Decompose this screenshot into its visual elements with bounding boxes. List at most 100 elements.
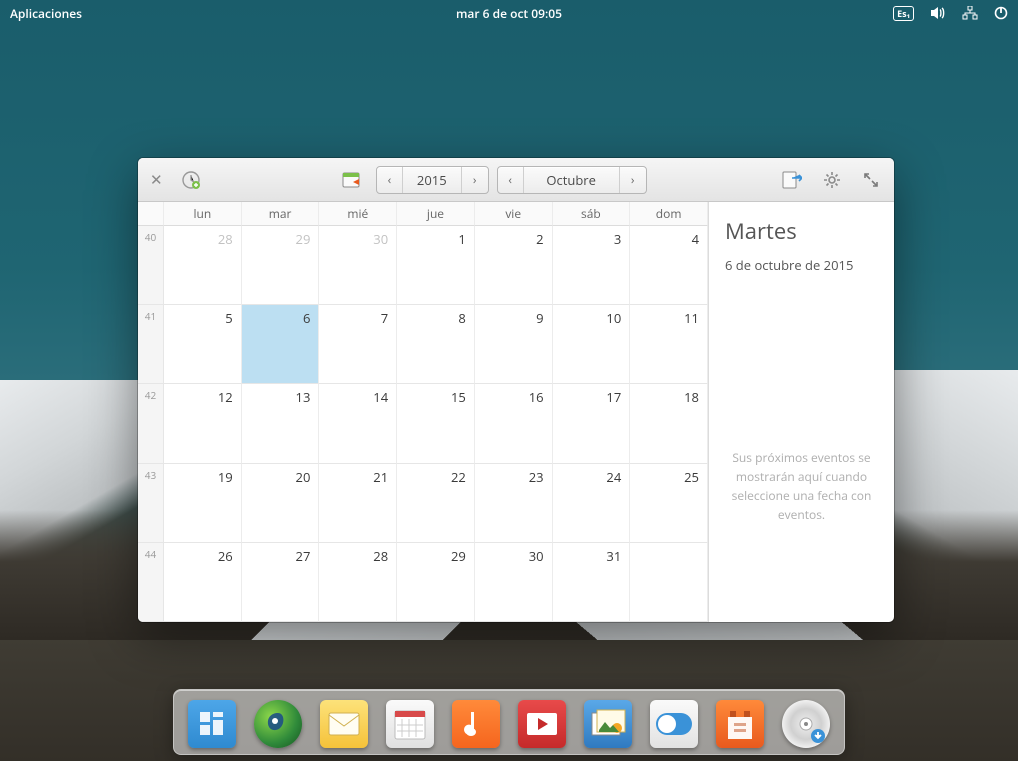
calendar-day-number: 18 xyxy=(684,388,699,406)
applications-menu[interactable]: Aplicaciones xyxy=(10,5,82,22)
sidebar-full-date: 6 de octubre de 2015 xyxy=(725,256,878,274)
calendar-day-number: 12 xyxy=(218,388,233,406)
calendar-day-number: 25 xyxy=(684,468,699,486)
calendar-cell[interactable]: 26 xyxy=(164,543,242,622)
calendar-cell[interactable]: 10 xyxy=(553,305,631,384)
dock-software-center-icon[interactable] xyxy=(716,700,764,748)
maximize-icon[interactable] xyxy=(856,166,886,194)
calendar-cell[interactable]: 1 xyxy=(397,226,475,305)
calendar-cell[interactable]: 28 xyxy=(164,226,242,305)
event-sidebar: Martes 6 de octubre de 2015 Sus próximos… xyxy=(708,202,894,622)
calendar-day-number: 14 xyxy=(373,388,388,406)
dock-disc-icon[interactable] xyxy=(782,700,830,748)
dock-music-icon[interactable] xyxy=(452,700,500,748)
calendar-day-number: 13 xyxy=(296,388,311,406)
calendar-cell[interactable]: 7 xyxy=(319,305,397,384)
calendar-cell[interactable]: 9 xyxy=(475,305,553,384)
calendar-cell[interactable]: 28 xyxy=(319,543,397,622)
network-icon[interactable] xyxy=(962,6,978,20)
calendar-cell[interactable]: 11 xyxy=(630,305,708,384)
dock-browser-icon[interactable] xyxy=(254,700,302,748)
dock-mail-icon[interactable] xyxy=(320,700,368,748)
dock-photos-icon[interactable] xyxy=(584,700,632,748)
calendar-day-number: 20 xyxy=(296,468,311,486)
calendar-cell[interactable]: 21 xyxy=(319,464,397,543)
calendar-cell[interactable]: 15 xyxy=(397,384,475,463)
export-button[interactable] xyxy=(776,166,808,194)
calendar-cell[interactable]: 30 xyxy=(319,226,397,305)
desktop: Aplicaciones mar 6 de oct 09:05 Es₁ ✕ xyxy=(0,0,1018,761)
calendar-day-number: 26 xyxy=(218,547,233,565)
sidebar-empty-message: Sus próximos eventos se mostrarán aquí c… xyxy=(725,448,878,525)
calendar-cell[interactable]: 20 xyxy=(242,464,320,543)
calendar-cell[interactable]: 3 xyxy=(553,226,631,305)
calendar-day-number: 27 xyxy=(296,547,311,565)
calendar-cell[interactable]: 8 xyxy=(397,305,475,384)
calendar-day-number: 17 xyxy=(606,388,621,406)
calendar-day-number: 28 xyxy=(218,230,233,248)
today-button[interactable] xyxy=(336,166,368,194)
dock-settings-icon[interactable] xyxy=(650,700,698,748)
year-selector: ‹ 2015 › xyxy=(376,166,489,194)
calendar-cell[interactable]: 25 xyxy=(630,464,708,543)
calendar-cell[interactable]: 14 xyxy=(319,384,397,463)
calendar-day-number: 4 xyxy=(692,230,699,248)
calendar-day-number: 30 xyxy=(529,547,544,565)
day-header: lun xyxy=(164,202,242,226)
calendar-day-number: 7 xyxy=(381,309,388,327)
calendar-day-number: 2 xyxy=(536,230,543,248)
month-next-button[interactable]: › xyxy=(620,167,646,193)
close-icon[interactable]: ✕ xyxy=(146,170,167,190)
calendar-day-number: 16 xyxy=(529,388,544,406)
calendar-cell[interactable]: 2 xyxy=(475,226,553,305)
calendar-day-number: 1 xyxy=(458,230,465,248)
calendar-cell[interactable]: 29 xyxy=(397,543,475,622)
day-header: mar xyxy=(242,202,320,226)
calendar-cell[interactable]: 4 xyxy=(630,226,708,305)
calendar-cell[interactable]: 31 xyxy=(553,543,631,622)
calendar-cell[interactable]: 17 xyxy=(553,384,631,463)
week-number: 43 xyxy=(138,464,164,543)
calendar-day-number: 8 xyxy=(458,309,465,327)
sound-icon[interactable] xyxy=(930,6,946,20)
panel-clock[interactable]: mar 6 de oct 09:05 xyxy=(456,5,562,22)
gear-icon[interactable] xyxy=(816,166,848,194)
calendar-corner xyxy=(138,202,164,226)
day-header: mié xyxy=(319,202,397,226)
dock-calendar-icon[interactable] xyxy=(386,700,434,748)
calendar-cell[interactable]: 27 xyxy=(242,543,320,622)
calendar-cell[interactable]: 6 xyxy=(242,305,320,384)
calendar-cell[interactable]: 24 xyxy=(553,464,631,543)
calendar-cell[interactable]: 13 xyxy=(242,384,320,463)
year-next-button[interactable]: › xyxy=(462,167,488,193)
calendar-cell[interactable]: 18 xyxy=(630,384,708,463)
calendar-cell[interactable]: 29 xyxy=(242,226,320,305)
day-header: jue xyxy=(397,202,475,226)
month-selector: ‹ Octubre › xyxy=(497,166,647,194)
calendar-day-number: 9 xyxy=(536,309,543,327)
calendar-cell[interactable]: 23 xyxy=(475,464,553,543)
calendar-cell[interactable]: 5 xyxy=(164,305,242,384)
calendar-grid: lunmarmiéjueviesábdom4028293012344156789… xyxy=(138,202,708,622)
calendar-cell[interactable]: 30 xyxy=(475,543,553,622)
calendar-day-number: 28 xyxy=(373,547,388,565)
calendar-window: ✕ ‹ 2015 › ‹ Octubre › xyxy=(138,158,894,622)
calendar-cell[interactable] xyxy=(630,543,708,622)
top-panel: Aplicaciones mar 6 de oct 09:05 Es₁ xyxy=(0,0,1018,26)
calendar-cell[interactable]: 12 xyxy=(164,384,242,463)
calendar-day-number: 22 xyxy=(451,468,466,486)
calendar-day-number: 6 xyxy=(303,309,310,327)
power-icon[interactable] xyxy=(994,6,1008,20)
new-event-button[interactable] xyxy=(175,166,207,194)
calendar-cell[interactable]: 22 xyxy=(397,464,475,543)
calendar-day-number: 31 xyxy=(606,547,621,565)
week-number: 42 xyxy=(138,384,164,463)
month-prev-button[interactable]: ‹ xyxy=(498,167,524,193)
calendar-cell[interactable]: 19 xyxy=(164,464,242,543)
year-prev-button[interactable]: ‹ xyxy=(377,167,403,193)
keyboard-layout-indicator[interactable]: Es₁ xyxy=(893,6,914,21)
dock-videos-icon[interactable] xyxy=(518,700,566,748)
day-header: sáb xyxy=(553,202,631,226)
calendar-cell[interactable]: 16 xyxy=(475,384,553,463)
dock-multitask-icon[interactable] xyxy=(188,700,236,748)
